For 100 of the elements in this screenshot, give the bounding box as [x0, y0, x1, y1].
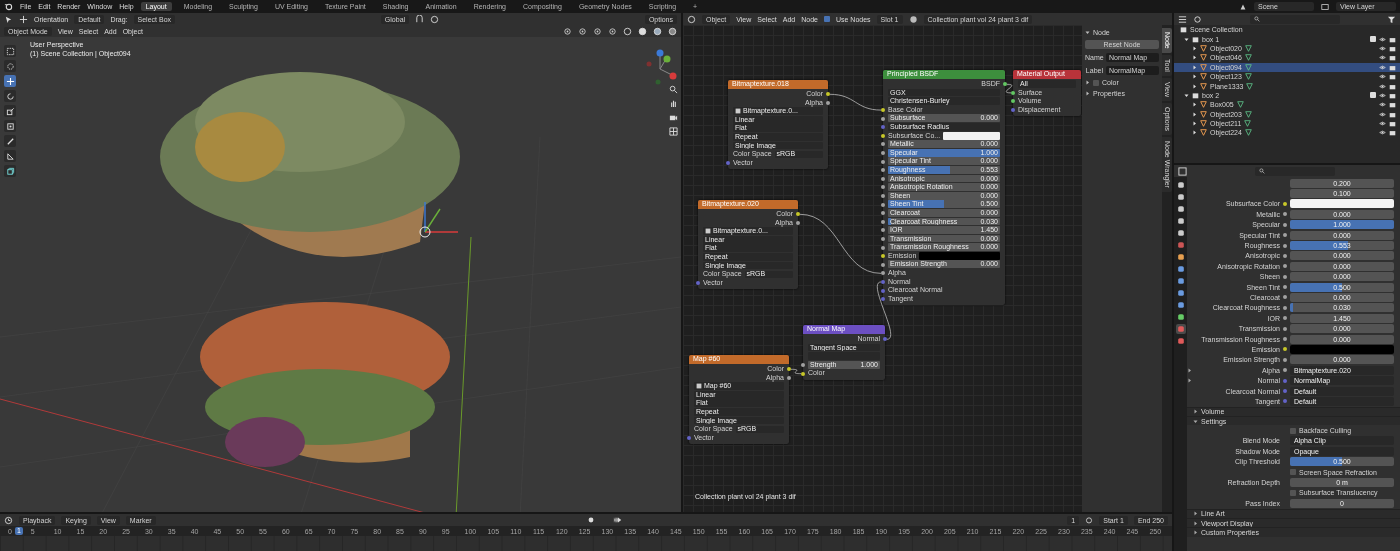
socket-dot[interactable] [881, 151, 885, 156]
caret-down-icon[interactable] [1193, 418, 1198, 424]
checkbox[interactable] [1290, 469, 1296, 476]
editor-type-icon[interactable] [1178, 166, 1187, 176]
zoom-icon[interactable] [669, 85, 678, 94]
search-field[interactable] [1254, 166, 1335, 176]
caret-down-icon[interactable] [1184, 92, 1189, 98]
socket-dot[interactable] [881, 159, 885, 164]
hand-icon[interactable] [669, 99, 678, 108]
eye-icon[interactable] [1379, 129, 1386, 137]
socket-dot[interactable] [796, 212, 800, 217]
eye-icon[interactable] [1379, 63, 1386, 71]
search-field[interactable] [1249, 14, 1340, 24]
socket-dot[interactable] [881, 142, 885, 147]
image-stack-tab[interactable] [1175, 216, 1186, 226]
triangle-tab[interactable] [1175, 312, 1186, 322]
socket-dot[interactable] [881, 245, 885, 250]
collection-checkbox[interactable] [1370, 92, 1376, 99]
socket-dot[interactable] [881, 228, 885, 233]
eye-icon[interactable] [1379, 120, 1386, 128]
socket-dot[interactable] [1283, 243, 1287, 248]
socket-dot[interactable] [1283, 264, 1287, 269]
socket-dot[interactable] [801, 371, 805, 376]
caret-right-icon[interactable] [1193, 529, 1198, 535]
eye-icon[interactable] [1379, 91, 1386, 99]
proportional-edit-icon[interactable] [430, 14, 440, 24]
grid-icon[interactable] [669, 127, 678, 136]
socket-dot[interactable] [1283, 337, 1287, 342]
record-icon[interactable] [587, 516, 596, 524]
eye-icon[interactable] [1379, 73, 1386, 81]
eye-icon[interactable] [1379, 101, 1386, 109]
socket-dot[interactable] [881, 125, 885, 130]
color-swatch[interactable] [1290, 199, 1394, 209]
shader-node[interactable] [883, 70, 1005, 306]
color-swatch[interactable] [1290, 344, 1394, 354]
camera-back-tab[interactable] [1175, 192, 1186, 202]
move-arrows-tool-button[interactable] [4, 75, 16, 87]
caret-right-icon[interactable] [1193, 511, 1198, 517]
caret-right-icon[interactable] [1085, 91, 1090, 96]
socket-dot[interactable] [881, 108, 885, 113]
socket-dot[interactable] [881, 133, 885, 138]
socket-dot[interactable] [1003, 82, 1007, 87]
gizmo-icon[interactable] [578, 26, 587, 36]
link-tab[interactable] [1175, 300, 1186, 310]
socket-dot[interactable] [881, 168, 885, 173]
socket-dot[interactable] [726, 161, 730, 166]
checkbox[interactable] [1290, 427, 1296, 434]
add-cube-tool-button[interactable] [4, 165, 16, 177]
socket-dot[interactable] [1283, 222, 1287, 227]
clock-icon[interactable] [4, 515, 13, 525]
visibility-icon[interactable] [563, 26, 572, 36]
checker-tab[interactable] [1175, 336, 1186, 346]
socket-dot[interactable] [1283, 347, 1287, 352]
select-tool-icon[interactable] [4, 14, 13, 24]
socket-dot[interactable] [1283, 274, 1287, 279]
socket-dot[interactable] [687, 436, 691, 441]
socket-dot[interactable] [1283, 212, 1287, 217]
dots-tab[interactable] [1175, 276, 1186, 286]
use-nodes-checkbox[interactable] [823, 16, 830, 22]
socket-dot[interactable] [696, 281, 700, 286]
socket-dot[interactable] [1283, 233, 1287, 238]
socket-dot[interactable] [1283, 253, 1287, 258]
socket-dot[interactable] [1011, 108, 1015, 113]
cone-sphere-tab[interactable] [1175, 228, 1186, 238]
socket-dot[interactable] [881, 116, 885, 121]
socket-dot[interactable] [801, 363, 805, 368]
sphere-tab[interactable] [1175, 324, 1186, 334]
caret-down-icon[interactable] [1085, 30, 1090, 35]
color-checkbox[interactable] [1093, 79, 1099, 86]
socket-dot[interactable] [1283, 326, 1287, 331]
tool-tab[interactable] [1175, 180, 1186, 190]
filter-icon[interactable] [1387, 14, 1396, 24]
overlay-icon[interactable] [593, 26, 602, 36]
rotate-tool-button[interactable] [4, 90, 16, 102]
display-mode-icon[interactable] [1193, 14, 1202, 24]
pencil-tool-button[interactable] [4, 135, 16, 147]
eye-icon[interactable] [1379, 110, 1386, 118]
color-swatch[interactable] [919, 252, 1000, 260]
caret-down-icon[interactable] [1184, 36, 1189, 42]
socket-dot[interactable] [881, 237, 885, 241]
socket-dot[interactable] [1283, 357, 1287, 362]
socket-dot[interactable] [1283, 285, 1287, 290]
checkbox[interactable] [1290, 489, 1296, 496]
socket-dot[interactable] [1283, 378, 1287, 383]
socket-dot[interactable] [1011, 90, 1015, 95]
eye-icon[interactable] [1379, 35, 1386, 43]
socket-dot[interactable] [881, 279, 885, 284]
xray-icon[interactable] [608, 26, 617, 36]
socket-dot[interactable] [796, 220, 800, 225]
socket-dot[interactable] [1283, 305, 1287, 310]
socket-dot[interactable] [881, 176, 885, 181]
select-box-tool-button[interactable] [4, 45, 16, 57]
socket-dot[interactable] [1011, 99, 1015, 104]
socket-dot[interactable] [1283, 368, 1287, 373]
socket-dot[interactable] [881, 194, 885, 198]
caret-right-icon[interactable] [1085, 80, 1090, 85]
socket-dot[interactable] [1283, 295, 1287, 300]
color-swatch[interactable] [943, 131, 1000, 140]
blender-logo-icon[interactable] [4, 2, 13, 11]
editor-type-icon[interactable] [687, 14, 696, 24]
